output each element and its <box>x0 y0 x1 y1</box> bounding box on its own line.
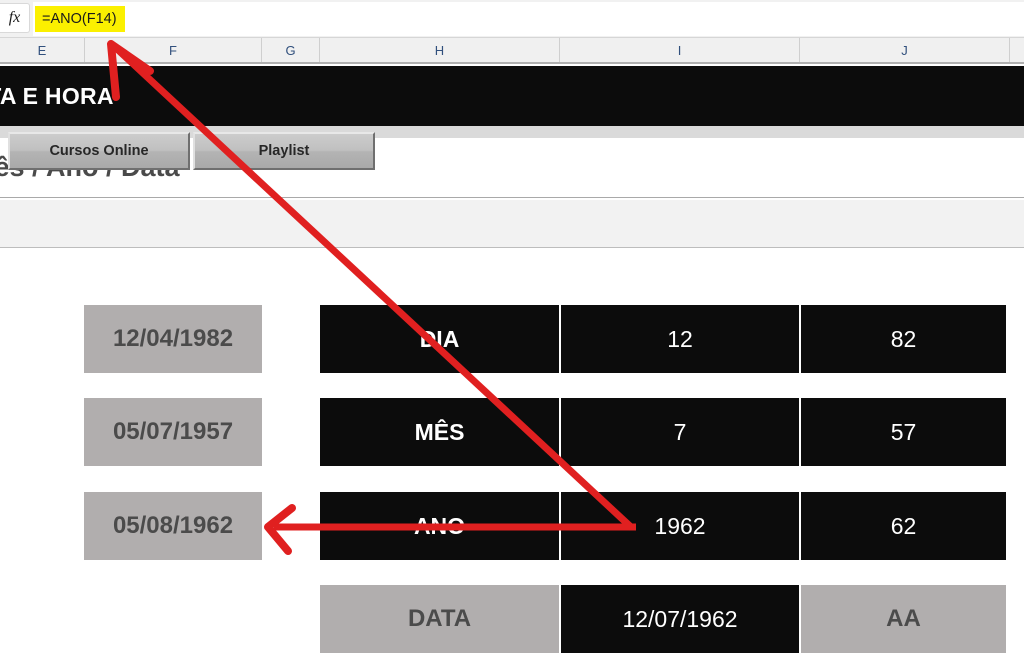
table-row-label-dia[interactable]: DIA <box>320 305 559 373</box>
banner-title: ATA E HORA <box>0 82 114 109</box>
formula-bar: fx =ANO(F14) <box>0 0 1024 38</box>
section-banner: ATA E HORA <box>0 66 1024 126</box>
table-row-extra-dia[interactable]: 82 <box>801 305 1006 373</box>
table-row-value-mes[interactable]: 7 <box>561 398 799 466</box>
table-row-extra-data[interactable]: AA <box>801 585 1006 653</box>
column-header-row: E F G H I J <box>0 38 1024 64</box>
column-header-partial[interactable] <box>1010 38 1024 62</box>
column-header-i[interactable]: I <box>560 38 800 62</box>
button-band <box>0 200 1024 248</box>
column-header-f[interactable]: F <box>85 38 262 62</box>
cursos-online-button[interactable]: Cursos Online <box>8 132 190 170</box>
formula-input[interactable]: =ANO(F14) <box>33 2 1024 36</box>
table-row-value-data[interactable]: 12/07/1962 <box>561 585 799 653</box>
column-header-j[interactable]: J <box>800 38 1010 62</box>
table-row-value-ano[interactable]: 1962 <box>561 492 799 560</box>
table-row-label-mes[interactable]: MÊS <box>320 398 559 466</box>
table-row-extra-mes[interactable]: 57 <box>801 398 1006 466</box>
column-header-h[interactable]: H <box>320 38 560 62</box>
table-row-extra-ano[interactable]: 62 <box>801 492 1006 560</box>
fx-icon[interactable]: fx <box>0 3 30 33</box>
source-date-cell-3[interactable]: 05/08/1962 <box>84 492 262 560</box>
formula-text: =ANO(F14) <box>35 6 125 32</box>
column-header-g[interactable]: G <box>262 38 320 62</box>
column-header-e[interactable]: E <box>0 38 85 62</box>
table-row-label-ano[interactable]: ANO <box>320 492 559 560</box>
source-date-cell-2[interactable]: 05/07/1957 <box>84 398 262 466</box>
table-row-label-data[interactable]: DATA <box>320 585 559 653</box>
table-row-value-dia[interactable]: 12 <box>561 305 799 373</box>
source-date-cell-1[interactable]: 12/04/1982 <box>84 305 262 373</box>
playlist-button[interactable]: Playlist <box>193 132 375 170</box>
excel-worksheet-screenshot: fx =ANO(F14) E F G H I J ATA E HORA Mês … <box>0 0 1024 660</box>
worksheet-content: ATA E HORA Mês / Ano / Data Cursos Onlin… <box>0 64 1024 660</box>
